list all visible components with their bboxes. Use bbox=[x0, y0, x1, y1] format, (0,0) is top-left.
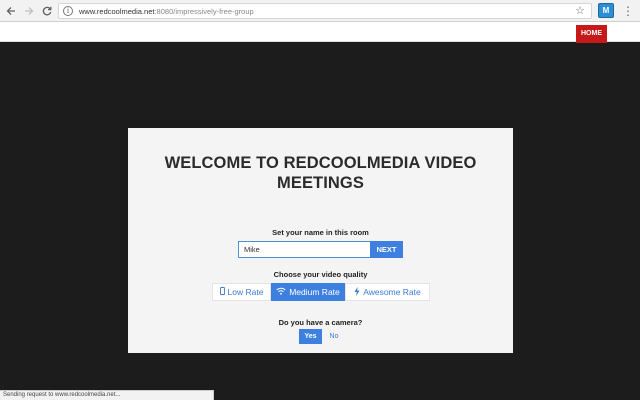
awesome-rate-label: Awesome Rate bbox=[363, 287, 421, 297]
phone-icon bbox=[219, 287, 225, 297]
reload-button[interactable] bbox=[38, 1, 56, 21]
welcome-modal: WELCOME TO REDCOOLMEDIA VIDEO MEETINGS S… bbox=[128, 128, 513, 353]
wifi-icon bbox=[276, 287, 286, 297]
status-bar: Sending request to www.redcoolmedia.net.… bbox=[0, 390, 214, 400]
back-button[interactable] bbox=[2, 1, 20, 21]
bookmark-star-icon[interactable]: ☆ bbox=[575, 4, 585, 18]
url-path: :8080/impressively-free-group bbox=[154, 6, 254, 16]
forward-button[interactable] bbox=[20, 1, 38, 21]
camera-no-button[interactable]: No bbox=[324, 329, 344, 344]
name-input[interactable] bbox=[238, 241, 371, 258]
name-label: Set your name in this room bbox=[272, 228, 369, 237]
url-host: www.redcoolmedia.net bbox=[79, 6, 155, 16]
browser-toolbar: i www.redcoolmedia.net:8080/impressively… bbox=[0, 0, 640, 22]
forward-arrow-icon bbox=[25, 7, 34, 15]
medium-rate-button[interactable]: Medium Rate bbox=[271, 283, 345, 301]
browser-menu-icon[interactable]: ⋮ bbox=[622, 3, 634, 19]
low-rate-label: Low Rate bbox=[227, 287, 264, 297]
home-button[interactable]: HOME bbox=[576, 25, 607, 43]
next-button[interactable]: NEXT bbox=[370, 241, 403, 258]
info-icon[interactable]: i bbox=[63, 6, 73, 16]
modal-title: WELCOME TO REDCOOLMEDIA VIDEO MEETINGS bbox=[164, 154, 477, 192]
camera-question-label: Do you have a camera? bbox=[278, 318, 363, 327]
camera-yes-button[interactable]: Yes bbox=[299, 329, 322, 344]
site-header bbox=[0, 22, 640, 42]
reload-icon bbox=[42, 6, 52, 16]
awesome-rate-button[interactable]: Awesome Rate bbox=[345, 283, 430, 301]
extension-icon[interactable]: M bbox=[598, 3, 614, 18]
quality-label: Choose your video quality bbox=[273, 270, 368, 279]
address-bar[interactable]: i www.redcoolmedia.net:8080/impressively… bbox=[58, 3, 592, 19]
low-rate-button[interactable]: Low Rate bbox=[212, 283, 271, 301]
medium-rate-label: Medium Rate bbox=[289, 287, 340, 297]
bolt-icon bbox=[354, 286, 360, 298]
back-arrow-icon bbox=[6, 7, 15, 15]
quality-selector: Low Rate Medium Rate Awesome Rate bbox=[212, 283, 430, 301]
